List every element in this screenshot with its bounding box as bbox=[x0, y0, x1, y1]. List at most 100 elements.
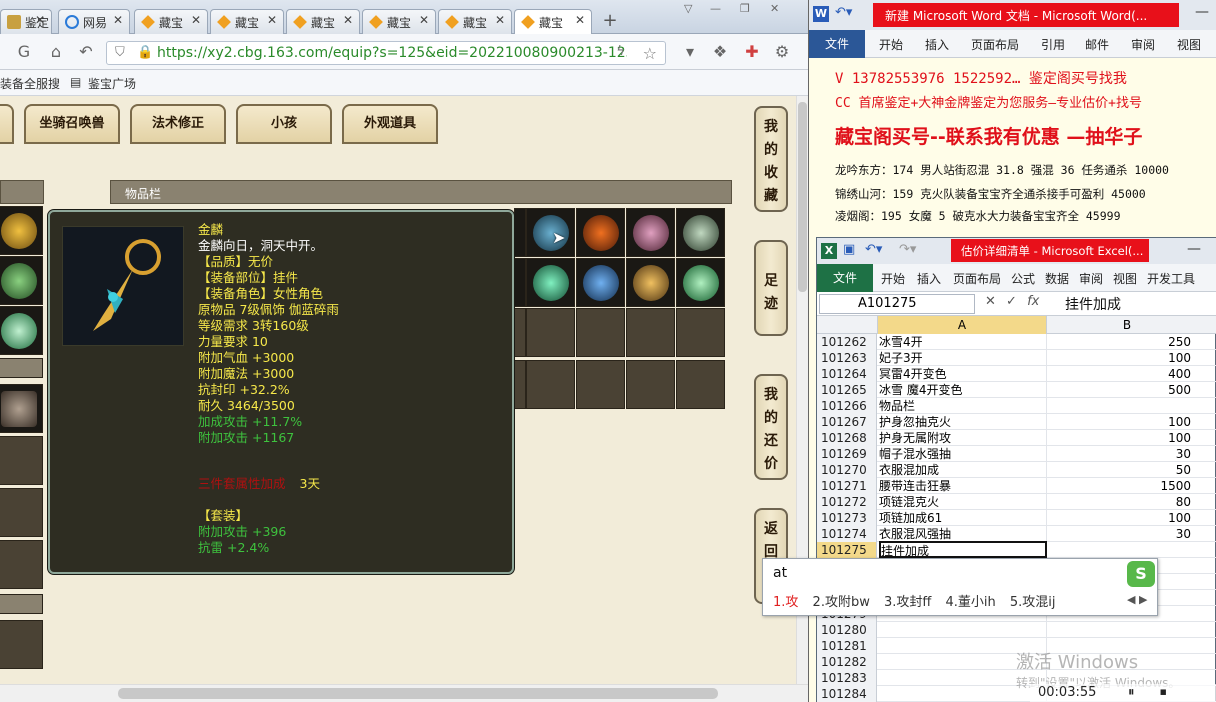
cell-a[interactable]: 挂件加成 bbox=[879, 541, 1047, 558]
browser-tab-6[interactable]: 藏宝 ✕ bbox=[362, 9, 436, 34]
tab-spell-fix[interactable]: 法术修正 bbox=[130, 104, 226, 144]
close-icon[interactable]: ✕ bbox=[770, 2, 779, 15]
cell-b[interactable]: 100 bbox=[1047, 430, 1191, 446]
item-cell[interactable] bbox=[576, 258, 625, 307]
cell-b[interactable]: 30 bbox=[1047, 446, 1191, 462]
empty-cell[interactable] bbox=[0, 436, 43, 485]
extension-icon[interactable]: ❖ bbox=[710, 42, 730, 62]
row-number[interactable]: 101272 bbox=[817, 494, 877, 510]
ime-candidate[interactable]: 5.攻混ij bbox=[1010, 595, 1056, 610]
cell-a[interactable]: 帽子混水强抽 bbox=[879, 446, 1047, 462]
excel-tab-developer[interactable]: 开发工具 bbox=[1147, 270, 1195, 287]
close-tab-icon[interactable]: ✕ bbox=[35, 13, 45, 27]
close-tab-icon[interactable]: ✕ bbox=[267, 13, 277, 27]
address-bar[interactable]: ⛉ 🔒 https://xy2.cbg.163.com/equip?s=125&… bbox=[106, 41, 666, 65]
lightning-icon[interactable]: ϟ bbox=[616, 44, 625, 59]
ime-candidate[interactable]: 3.攻封ff bbox=[884, 595, 931, 610]
dropdown-icon[interactable]: ▾ bbox=[680, 42, 700, 62]
row-number[interactable]: 101265 bbox=[817, 382, 877, 398]
browser-tab-active[interactable]: 藏宝 ✕ bbox=[514, 9, 592, 35]
cell-b[interactable] bbox=[1047, 398, 1191, 414]
empty-cell[interactable] bbox=[0, 540, 43, 589]
cell-b[interactable]: 250 bbox=[1047, 334, 1191, 350]
row-number[interactable]: 101281 bbox=[817, 638, 877, 654]
tab-partial[interactable] bbox=[0, 104, 14, 144]
sheet-row[interactable]: 101269 帽子混水强抽 30 bbox=[817, 446, 1216, 462]
row-number[interactable]: 101267 bbox=[817, 414, 877, 430]
tools-icon[interactable]: ⚙ bbox=[772, 42, 792, 62]
empty-cell[interactable] bbox=[0, 620, 43, 669]
cell-b[interactable]: 500 bbox=[1047, 382, 1191, 398]
skin-icon[interactable]: ▽ bbox=[684, 2, 692, 15]
save-icon[interactable]: ▣ bbox=[843, 242, 855, 257]
cell-b[interactable]: 400 bbox=[1047, 366, 1191, 382]
confirm-icon[interactable]: ✓ bbox=[1006, 294, 1017, 309]
sheet-row[interactable]: 101274 衣服混风强抽 30 bbox=[817, 526, 1216, 542]
row-number[interactable]: 101266 bbox=[817, 398, 877, 414]
tab-child[interactable]: 小孩 bbox=[236, 104, 332, 144]
item-cell[interactable] bbox=[676, 258, 725, 307]
browser-tab-4[interactable]: 藏宝 ✕ bbox=[210, 9, 284, 34]
browser-tab-1[interactable]: 鉴定 ✕ bbox=[0, 9, 52, 34]
sheet-row[interactable]: 101273 项链加成61 100 bbox=[817, 510, 1216, 526]
bookmark-item[interactable]: 鉴宝广场 bbox=[88, 75, 136, 92]
empty-cell[interactable] bbox=[526, 360, 575, 409]
refresh-icon[interactable]: G bbox=[14, 42, 34, 62]
word-tab-insert[interactable]: 插入 bbox=[925, 36, 949, 53]
favorites-button[interactable]: 我的收藏 bbox=[754, 106, 788, 212]
word-tab-layout[interactable]: 页面布局 bbox=[971, 36, 1019, 53]
browser-tab-2[interactable]: 网易 ✕ bbox=[58, 9, 130, 34]
empty-cell[interactable] bbox=[576, 360, 625, 409]
restore-icon[interactable]: ❐ bbox=[740, 2, 750, 15]
scroll-thumb[interactable] bbox=[118, 688, 718, 699]
row-number[interactable]: 101262 bbox=[817, 334, 877, 350]
browser-tab-3[interactable]: 藏宝 ✕ bbox=[134, 9, 208, 34]
empty-cell[interactable] bbox=[0, 488, 43, 537]
row-number[interactable]: 101271 bbox=[817, 478, 877, 494]
sheet-row[interactable]: 101264 冥雷4开变色 400 bbox=[817, 366, 1216, 382]
item-cell[interactable] bbox=[576, 208, 625, 257]
cell-a[interactable]: 腰带连击狂暴 bbox=[879, 478, 1047, 494]
item-cell[interactable] bbox=[626, 208, 675, 257]
star-icon[interactable]: ☆ bbox=[643, 44, 657, 63]
column-header-a[interactable]: A bbox=[877, 316, 1047, 334]
cell-a[interactable]: 冰雪4开 bbox=[879, 334, 1047, 350]
word-tab-references[interactable]: 引用 bbox=[1041, 36, 1065, 53]
cell-a[interactable]: 衣服混加成 bbox=[879, 462, 1047, 478]
sheet-row[interactable]: 101271 腰带连击狂暴 1500 bbox=[817, 478, 1216, 494]
cell-b[interactable]: 1500 bbox=[1047, 478, 1191, 494]
footprint-button[interactable]: 足迹 bbox=[754, 240, 788, 336]
item-cell[interactable] bbox=[676, 208, 725, 257]
pause-icon[interactable]: ⏸ bbox=[1128, 685, 1135, 700]
row-number[interactable]: 101269 bbox=[817, 446, 877, 462]
row-number[interactable]: 101284 bbox=[817, 686, 877, 702]
item-cell[interactable] bbox=[514, 258, 526, 307]
item-cell[interactable] bbox=[0, 306, 43, 355]
scroll-thumb[interactable] bbox=[798, 102, 807, 292]
empty-cell[interactable] bbox=[676, 360, 725, 409]
cell-a[interactable] bbox=[879, 622, 1047, 638]
empty-cell[interactable] bbox=[514, 308, 526, 357]
word-tab-view[interactable]: 视图 bbox=[1177, 36, 1201, 53]
word-tab-home[interactable]: 开始 bbox=[879, 36, 903, 53]
stop-icon[interactable]: ⏹ bbox=[1160, 685, 1167, 700]
tab-appearance[interactable]: 外观道具 bbox=[342, 104, 438, 144]
cell-a[interactable]: 护身忽抽克火 bbox=[879, 414, 1047, 430]
cell-b[interactable]: 100 bbox=[1047, 350, 1191, 366]
item-cell[interactable] bbox=[526, 258, 575, 307]
excel-file-tab[interactable]: 文件 bbox=[817, 264, 873, 292]
cell-a[interactable]: 妃子3开 bbox=[879, 350, 1047, 366]
cell-b[interactable] bbox=[1047, 622, 1191, 638]
close-tab-icon[interactable]: ✕ bbox=[113, 13, 123, 27]
cell-a[interactable]: 项链混克火 bbox=[879, 494, 1047, 510]
browser-tab-7[interactable]: 藏宝 ✕ bbox=[438, 9, 512, 34]
row-number[interactable]: 101268 bbox=[817, 430, 877, 446]
minimize-icon[interactable]: — bbox=[1195, 4, 1209, 20]
formula-input[interactable]: 挂件加成 bbox=[1065, 294, 1121, 314]
empty-cell[interactable] bbox=[514, 360, 526, 409]
row-number[interactable]: 101282 bbox=[817, 654, 877, 670]
undo-icon[interactable]: ↶▾ bbox=[865, 242, 882, 257]
row-number[interactable]: 101273 bbox=[817, 510, 877, 526]
item-cell[interactable] bbox=[526, 208, 575, 257]
my-offers-button[interactable]: 我的还价 bbox=[754, 374, 788, 480]
